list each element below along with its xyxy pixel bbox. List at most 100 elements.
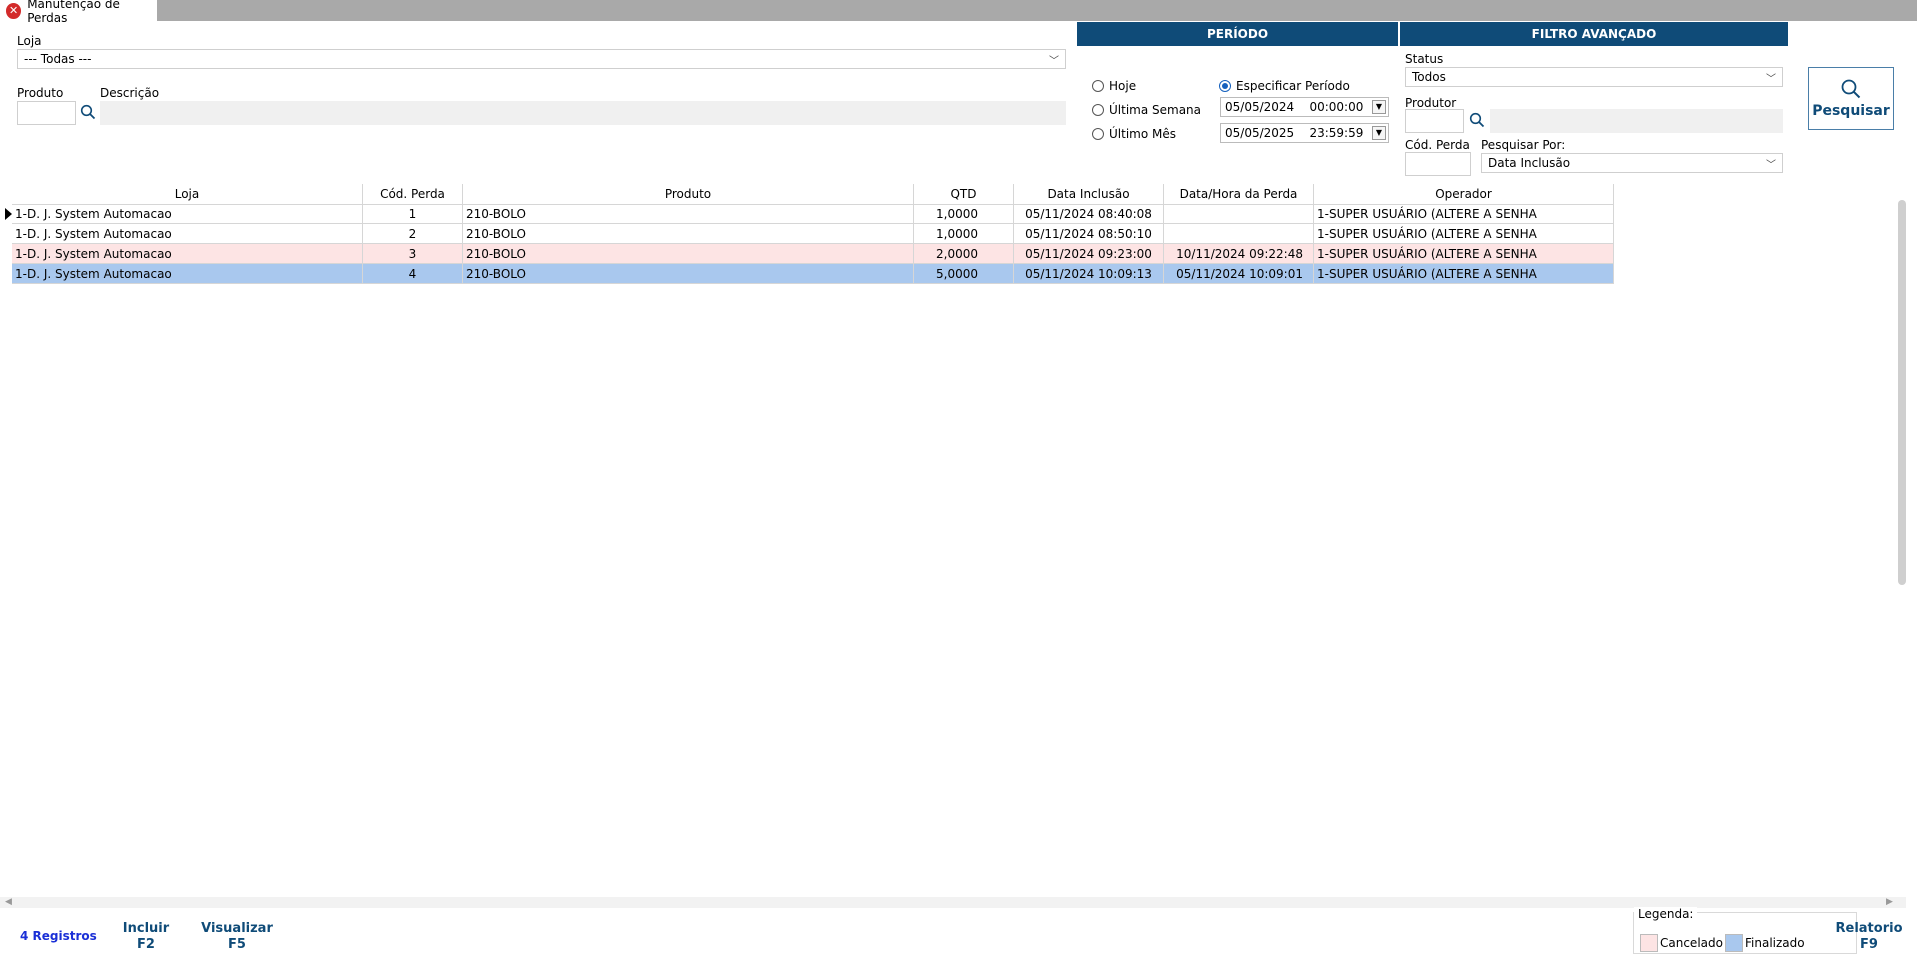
cell-cod-perda: 4 — [363, 264, 463, 283]
pesquisar-button[interactable]: Pesquisar — [1808, 67, 1894, 130]
cell-loja: 1-D. J. System Automacao — [12, 205, 363, 223]
radio-ultima-semana[interactable]: Última Semana — [1092, 103, 1201, 117]
scroll-left-icon[interactable]: ◀ — [5, 897, 12, 907]
radio-hoje[interactable]: Hoje — [1092, 79, 1136, 93]
radio-ultima-semana-label: Última Semana — [1109, 103, 1202, 117]
horizontal-scrollbar[interactable]: ◀ ▶ — [0, 897, 1906, 908]
chevron-down-icon: ﹀ — [1049, 56, 1059, 67]
cell-data-inclusao: 05/11/2024 10:09:13 — [1014, 264, 1164, 283]
loja-select-value: --- Todas --- — [24, 52, 92, 66]
pesquisar-button-label: Pesquisar — [1812, 103, 1890, 119]
col-data-hora-perda[interactable]: Data/Hora da Perda — [1164, 184, 1314, 204]
legend-cancelado-label: Cancelado — [1660, 936, 1723, 950]
search-icon — [80, 104, 96, 120]
start-date: 05/05/2024 — [1225, 100, 1295, 114]
col-qtd[interactable]: QTD — [914, 184, 1014, 204]
records-count: 4 Registros — [20, 929, 97, 943]
descricao-label: Descrição — [100, 86, 160, 100]
visualizar-label: Visualizar — [201, 921, 273, 936]
table-row[interactable]: 1-D. J. System Automacao 4 210-BOLO 5,0000 0… — [12, 264, 1614, 284]
search-icon — [1841, 79, 1861, 99]
cod-perda-input[interactable] — [1405, 152, 1471, 176]
cell-data-inclusao: 05/11/2024 08:40:08 — [1014, 205, 1164, 223]
cancelado-swatch — [1640, 934, 1658, 952]
produtor-input[interactable] — [1405, 109, 1464, 133]
cell-produto: 210-BOLO — [463, 244, 914, 263]
end-date: 05/05/2025 — [1225, 126, 1295, 140]
radio-dot — [1092, 104, 1104, 116]
table-row[interactable]: 1-D. J. System Automacao 1 210-BOLO 1,0000 0… — [12, 204, 1614, 224]
status-select[interactable]: Todos ﹀ — [1405, 67, 1783, 87]
incluir-key: F2 — [137, 937, 155, 952]
cell-produto: 210-BOLO — [463, 205, 914, 223]
start-time: 00:00:00 — [1309, 100, 1364, 114]
radio-hoje-label: Hoje — [1109, 79, 1137, 93]
legend: Legenda: Cancelado Finalizado — [1633, 907, 1857, 954]
relatorio-button[interactable]: Relatorio F9 — [1832, 921, 1906, 953]
close-icon[interactable]: ✕ — [6, 2, 22, 19]
cell-data-inclusao: 05/11/2024 09:23:00 — [1014, 244, 1164, 263]
tab-title: Manutenção de Perdas — [27, 0, 120, 25]
cell-data-hora-perda — [1164, 224, 1314, 243]
cell-data-hora-perda: 10/11/2024 09:22:48 — [1164, 244, 1314, 263]
radio-ultimo-mes[interactable]: Último Mês — [1092, 127, 1176, 141]
cell-data-hora-perda: 05/11/2024 10:09:01 — [1164, 264, 1314, 283]
radio-dot — [1092, 128, 1104, 140]
col-produto[interactable]: Produto — [463, 184, 914, 204]
radio-ultimo-mes-label: Último Mês — [1109, 127, 1176, 141]
col-data-inclusao[interactable]: Data Inclusão — [1014, 184, 1164, 204]
produto-input[interactable] — [17, 101, 76, 125]
cell-operador: 1-SUPER USUÁRIO (ALTERE A SENHA — [1314, 205, 1614, 223]
current-row-indicator-icon — [5, 208, 12, 220]
periodo-start-datetime[interactable]: 05/05/2024 00:00:00 ▼ — [1220, 97, 1389, 117]
search-produtor-button[interactable] — [1467, 110, 1487, 130]
relatorio-key: F9 — [1860, 937, 1878, 952]
search-produto-button[interactable] — [78, 102, 98, 122]
cell-qtd: 2,0000 — [914, 244, 1014, 263]
radio-especificar-label: Especificar Período — [1236, 79, 1350, 93]
radio-dot — [1092, 80, 1104, 92]
loja-label: Loja — [17, 34, 42, 48]
legend-cancelado: Cancelado — [1640, 934, 1723, 952]
col-operador[interactable]: Operador — [1314, 184, 1614, 204]
radio-especificar-periodo[interactable]: Especificar Período — [1219, 79, 1350, 93]
tab-manutencao-perdas[interactable]: ✕ Manutenção de Perdas — [0, 0, 157, 25]
produtor-descricao-field — [1490, 109, 1783, 133]
cell-operador: 1-SUPER USUÁRIO (ALTERE A SENHA — [1314, 244, 1614, 263]
incluir-button[interactable]: Incluir F2 — [116, 921, 176, 953]
col-loja[interactable]: Loja — [12, 184, 363, 204]
pesquisar-por-label: Pesquisar Por: — [1481, 138, 1566, 152]
cell-qtd: 1,0000 — [914, 205, 1014, 223]
periodo-end-datetime[interactable]: 05/05/2025 23:59:59 ▼ — [1220, 123, 1389, 143]
cell-cod-perda: 3 — [363, 244, 463, 263]
status-select-value: Todos — [1412, 70, 1446, 84]
legend-finalizado-label: Finalizado — [1745, 936, 1805, 950]
legend-title: Legenda: — [1634, 907, 1698, 921]
table-row[interactable]: 1-D. J. System Automacao 2 210-BOLO 1,0000 0… — [12, 224, 1614, 244]
legend-finalizado: Finalizado — [1725, 934, 1805, 952]
chevron-down-icon: ﹀ — [1766, 160, 1776, 171]
produtor-label: Produtor — [1405, 96, 1457, 110]
cell-qtd: 1,0000 — [914, 224, 1014, 243]
cell-loja: 1-D. J. System Automacao — [12, 244, 363, 263]
pesquisar-por-select[interactable]: Data Inclusão ﹀ — [1481, 153, 1783, 173]
cell-cod-perda: 1 — [363, 205, 463, 223]
col-cod-perda[interactable]: Cód. Perda — [363, 184, 463, 204]
calendar-dropdown-icon[interactable]: ▼ — [1372, 126, 1386, 140]
loja-select[interactable]: --- Todas --- ﹀ — [17, 49, 1066, 69]
status-label: Status — [1405, 52, 1444, 66]
grid-body: 1-D. J. System Automacao 1 210-BOLO 1,0000 0… — [12, 204, 1614, 284]
cell-produto: 210-BOLO — [463, 264, 914, 283]
scroll-right-icon[interactable]: ▶ — [1886, 897, 1893, 907]
incluir-label: Incluir — [122, 921, 170, 936]
visualizar-key: F5 — [228, 937, 246, 952]
visualizar-button[interactable]: Visualizar F5 — [199, 921, 275, 953]
vertical-scrollbar[interactable] — [1898, 200, 1906, 585]
produto-label: Produto — [17, 86, 64, 100]
cod-perda-label: Cód. Perda — [1405, 138, 1470, 152]
table-row[interactable]: 1-D. J. System Automacao 3 210-BOLO 2,0000 0… — [12, 244, 1614, 264]
calendar-dropdown-icon[interactable]: ▼ — [1372, 100, 1386, 114]
chevron-down-icon: ﹀ — [1766, 74, 1776, 85]
end-time: 23:59:59 — [1309, 126, 1364, 140]
search-icon — [1469, 112, 1485, 128]
